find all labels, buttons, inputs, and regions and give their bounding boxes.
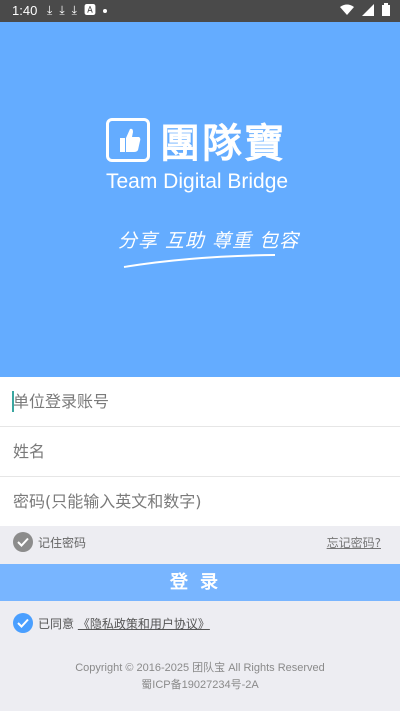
remember-row: 记住密码 忘记密码?	[0, 524, 400, 562]
agreement-prefix: 已同意	[38, 617, 75, 631]
login-form	[0, 377, 400, 526]
agreement-text: 已同意 《隐私政策和用户协议》	[38, 615, 210, 632]
dot-icon	[102, 9, 107, 13]
copyright-text: Copyright © 2016-2025 团队宝 All Rights Res…	[75, 662, 325, 674]
account-input[interactable]	[0, 377, 393, 425]
forgot-password-link[interactable]: 忘记密码?	[327, 534, 381, 551]
password-field-row	[0, 477, 400, 526]
wifi-icon	[340, 4, 354, 15]
system-icons	[340, 3, 390, 16]
thumbs-up-logo-icon	[106, 118, 150, 162]
hero-banner	[0, 22, 400, 377]
status-time: 1:40	[12, 3, 38, 18]
brand-slogan: 分享 互助 尊重 包容	[118, 230, 300, 252]
name-input[interactable]	[0, 427, 393, 475]
brand-title-en: Team Digital Bridge	[106, 170, 289, 193]
font-icon: 🅰	[83, 3, 96, 17]
status-bar: 1:40 ⤓ ⤓ ⤓ 🅰	[0, 0, 400, 22]
login-button[interactable]: 登录	[0, 564, 400, 601]
brand-title-cn: 團隊寶	[160, 120, 286, 167]
account-field-row	[0, 377, 400, 427]
icp-text: 蜀ICP备19027234号-2A	[141, 679, 259, 691]
download-icon: ⤓	[71, 3, 77, 17]
check-icon	[17, 537, 29, 547]
slogan-underline	[123, 254, 276, 268]
notification-icons: ⤓ ⤓ ⤓ 🅰	[47, 2, 107, 18]
footer: Copyright © 2016-2025 团队宝 All Rights Res…	[0, 660, 400, 694]
name-field-row	[0, 427, 400, 477]
signal-icon	[362, 3, 374, 16]
text-caret	[12, 391, 14, 412]
password-input[interactable]	[0, 477, 393, 525]
battery-icon	[382, 3, 390, 16]
agreement-row: 已同意 《隐私政策和用户协议》	[0, 612, 400, 636]
remember-checkbox[interactable]	[13, 532, 33, 552]
remember-label: 记住密码	[38, 536, 87, 550]
check-icon	[17, 618, 29, 628]
download-icon: ⤓	[59, 3, 65, 17]
privacy-policy-link[interactable]: 《隐私政策和用户协议》	[78, 617, 210, 631]
agreement-checkbox[interactable]	[13, 613, 33, 633]
download-icon: ⤓	[47, 3, 53, 17]
